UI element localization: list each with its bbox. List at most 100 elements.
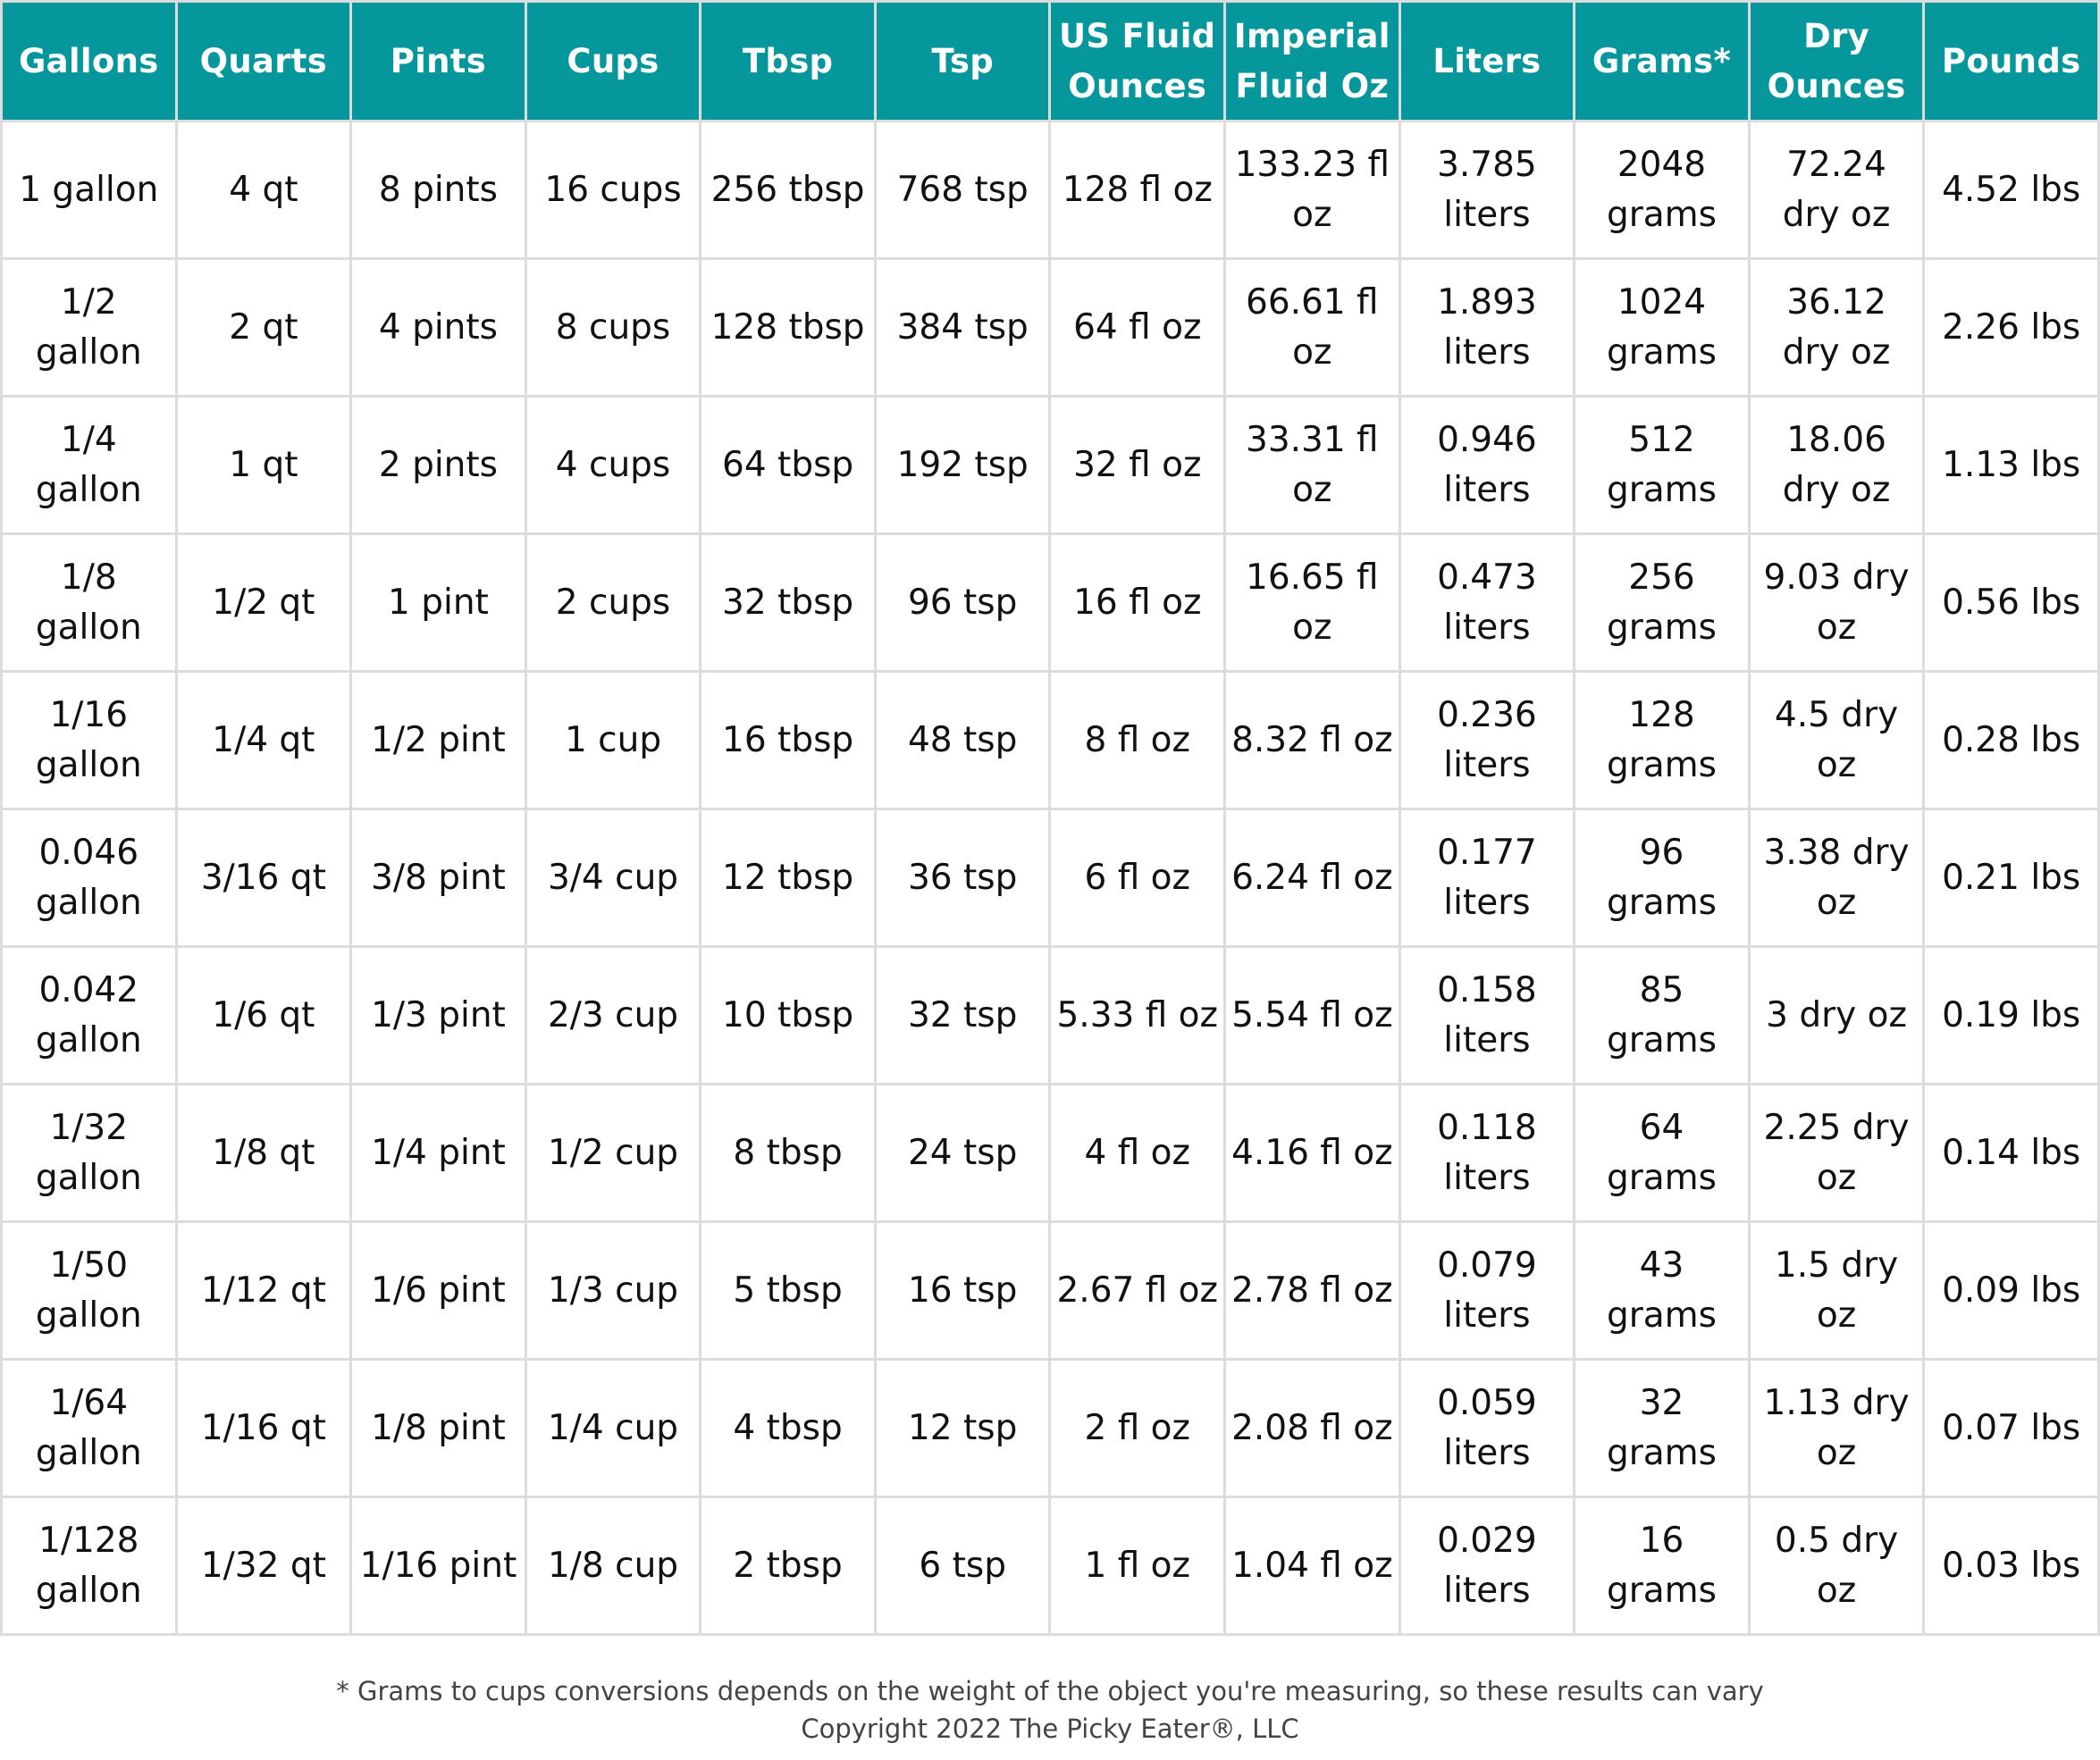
table-cell: 12 tbsp — [699, 808, 877, 948]
table-cell: 1/6 pint — [349, 1220, 527, 1361]
column-header-cups: Cups — [524, 0, 702, 122]
table-row: 1/8 gallon 1/2 qt 1 pint 2 cups 32 tbsp 96 ts… — [0, 532, 2100, 673]
table-cell: 2/3 cup — [524, 945, 702, 1085]
table-cell: 8.32 fl oz — [1223, 670, 1401, 810]
column-header-pints: Pints — [349, 0, 527, 122]
table-cell: 64 tbsp — [699, 395, 877, 535]
table-cell: 4 pints — [349, 257, 527, 398]
table-cell: 1/12 qt — [174, 1220, 353, 1361]
table-cell: 24 tsp — [873, 1083, 1052, 1223]
column-header-liters: Liters — [1398, 0, 1576, 122]
table-body: 1 gallon 4 qt 8 pints 16 cups 256 tbsp 768 ts… — [0, 120, 2100, 1636]
table-cell: 8 cups — [524, 257, 702, 398]
table-cell: 133.23 fl oz — [1223, 120, 1401, 260]
table-cell: 96 tsp — [873, 532, 1052, 673]
table-cell: 0.029 liters — [1398, 1496, 1576, 1636]
table-cell: 0.158 liters — [1398, 945, 1576, 1085]
table-cell: 1 fl oz — [1048, 1496, 1227, 1636]
column-header-us-fluid-ounces: US Fluid Ounces — [1048, 0, 1227, 122]
table-cell: 0.5 dry oz — [1747, 1496, 1926, 1636]
table-cell: 0.473 liters — [1398, 532, 1576, 673]
table-cell: 0.046 gallon — [0, 808, 178, 948]
table-cell: 6 fl oz — [1048, 808, 1227, 948]
table-cell: 0.14 lbs — [1922, 1083, 2100, 1223]
table-cell: 1/6 qt — [174, 945, 353, 1085]
table-cell: 1/8 pint — [349, 1358, 527, 1498]
table-cell: 8 pints — [349, 120, 527, 260]
table-cell: 1.13 dry oz — [1747, 1358, 1926, 1498]
table-cell: 16 tbsp — [699, 670, 877, 810]
table-cell: 1/4 cup — [524, 1358, 702, 1498]
table-cell: 3 dry oz — [1747, 945, 1926, 1085]
table-cell: 3.38 dry oz — [1747, 808, 1926, 948]
table-cell: 36.12 dry oz — [1747, 257, 1926, 398]
table-cell: 1/4 pint — [349, 1083, 527, 1223]
table-cell: 768 tsp — [873, 120, 1052, 260]
table-cell: 16 tsp — [873, 1220, 1052, 1361]
table-cell: 2.25 dry oz — [1747, 1083, 1926, 1223]
table-cell: 1/3 pint — [349, 945, 527, 1085]
table-cell: 6 tsp — [873, 1496, 1052, 1636]
table-cell: 16 grams — [1573, 1496, 1751, 1636]
table-cell: 48 tsp — [873, 670, 1052, 810]
table-cell: 96 grams — [1573, 808, 1751, 948]
table-cell: 1/64 gallon — [0, 1358, 178, 1498]
table-cell: 85 grams — [1573, 945, 1751, 1085]
column-header-imperial-fluid-oz: Imperial Fluid Oz — [1223, 0, 1401, 122]
table-cell: 72.24 dry oz — [1747, 120, 1926, 260]
table-cell: 3/16 qt — [174, 808, 353, 948]
table-cell: 512 grams — [1573, 395, 1751, 535]
table-cell: 43 grams — [1573, 1220, 1751, 1361]
conversion-table: Gallons Quarts Pints Cups Tbsp Tsp US Fluid Ou… — [0, 0, 2100, 1636]
table-cell: 1/3 cup — [524, 1220, 702, 1361]
table-cell: 2.26 lbs — [1922, 257, 2100, 398]
table-cell: 33.31 fl oz — [1223, 395, 1401, 535]
table-header: Gallons Quarts Pints Cups Tbsp Tsp US Fluid Ou… — [0, 0, 2100, 122]
column-header-tbsp: Tbsp — [699, 0, 877, 122]
table-cell: 32 grams — [1573, 1358, 1751, 1498]
table-cell: 16.65 fl oz — [1223, 532, 1401, 673]
table-cell: 128 grams — [1573, 670, 1751, 810]
table-row: 1/32 gallon 1/8 qt 1/4 pint 1/2 cup 8 tbsp 24… — [0, 1083, 2100, 1223]
table-cell: 1/8 qt — [174, 1083, 353, 1223]
table-cell: 256 grams — [1573, 532, 1751, 673]
table-row: 1/64 gallon 1/16 qt 1/8 pint 1/4 cup 4 tbsp 1… — [0, 1358, 2100, 1498]
table-cell: 0.946 liters — [1398, 395, 1576, 535]
table-cell: 0.042 gallon — [0, 945, 178, 1085]
table-row: 0.042 gallon 1/6 qt 1/3 pint 2/3 cup 10 tbsp… — [0, 945, 2100, 1085]
table-cell: 5.33 fl oz — [1048, 945, 1227, 1085]
table-cell: 0.28 lbs — [1922, 670, 2100, 810]
table-cell: 4 cups — [524, 395, 702, 535]
table-cell: 2048 grams — [1573, 120, 1751, 260]
table-row: 1/2 gallon 2 qt 4 pints 8 cups 128 tbsp 384 t… — [0, 257, 2100, 398]
table-cell: 4 tbsp — [699, 1358, 877, 1498]
table-cell: 384 tsp — [873, 257, 1052, 398]
table-cell: 2 tbsp — [699, 1496, 877, 1636]
table-cell: 1/16 pint — [349, 1496, 527, 1636]
table-row: 1/50 gallon 1/12 qt 1/6 pint 1/3 cup 5 tbsp 1… — [0, 1220, 2100, 1361]
table-cell: 4 fl oz — [1048, 1083, 1227, 1223]
table-cell: 256 tbsp — [699, 120, 877, 260]
table-cell: 1/8 cup — [524, 1496, 702, 1636]
table-cell: 0.56 lbs — [1922, 532, 2100, 673]
table-cell: 64 fl oz — [1048, 257, 1227, 398]
column-header-quarts: Quarts — [174, 0, 353, 122]
grams-footnote: * Grams to cups conversions depends on t… — [336, 1676, 1764, 1706]
table-cell: 3/4 cup — [524, 808, 702, 948]
table-cell: 3/8 pint — [349, 808, 527, 948]
table-cell: 1/50 gallon — [0, 1220, 178, 1361]
table-cell: 18.06 dry oz — [1747, 395, 1926, 535]
table-cell: 1/128 gallon — [0, 1496, 178, 1636]
table-cell: 64 grams — [1573, 1083, 1751, 1223]
table-cell: 1/4 gallon — [0, 395, 178, 535]
table-cell: 2 pints — [349, 395, 527, 535]
table-cell: 128 fl oz — [1048, 120, 1227, 260]
table-cell: 0.118 liters — [1398, 1083, 1576, 1223]
column-header-tsp: Tsp — [873, 0, 1052, 122]
table-cell: 0.21 lbs — [1922, 808, 2100, 948]
table-cell: 2.67 fl oz — [1048, 1220, 1227, 1361]
table-cell: 1.13 lbs — [1922, 395, 2100, 535]
table-cell: 2 fl oz — [1048, 1358, 1227, 1498]
table-cell: 1.04 fl oz — [1223, 1496, 1401, 1636]
table-cell: 2 qt — [174, 257, 353, 398]
